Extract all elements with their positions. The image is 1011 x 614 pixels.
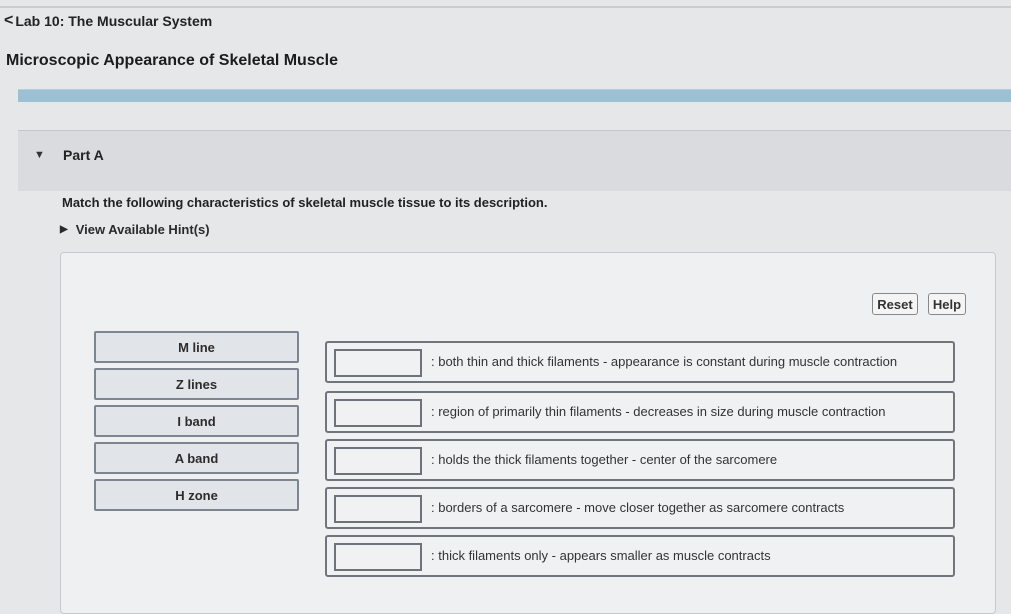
drag-chip-h-zone[interactable]: H zone [94,479,299,511]
drop-target[interactable] [334,495,422,523]
drop-target[interactable] [334,349,422,377]
chevron-left-icon: < [4,12,14,29]
target-description: : both thin and thick filaments - appear… [431,354,898,369]
target-row: : region of primarily thin filaments - d… [325,391,955,433]
view-hints-link[interactable]: ▶ View Available Hint(s) [60,222,210,237]
target-row: : both thin and thick filaments - appear… [325,341,955,383]
part-header[interactable]: ▼ Part A [18,130,1011,191]
target-description: : thick filaments only - appears smaller… [431,548,771,563]
drag-chip-z-lines[interactable]: Z lines [94,368,299,400]
back-link[interactable]: < Lab 10: The Muscular System [4,12,212,30]
back-link-label: Lab 10: The Muscular System [15,13,213,29]
target-description: : region of primarily thin filaments - d… [431,404,886,419]
top-border [0,6,1011,8]
view-hints-label: View Available Hint(s) [75,222,210,237]
drop-target[interactable] [334,447,422,475]
target-row: : holds the thick filaments together - c… [325,439,955,481]
reset-button[interactable]: Reset [872,293,918,315]
drag-chip-i-band[interactable]: I band [94,405,299,437]
target-description: : borders of a sarcomere - move closer t… [431,500,845,515]
target-row: : thick filaments only - appears smaller… [325,535,955,577]
collapse-triangle-icon[interactable]: ▼ [34,149,45,161]
drop-target[interactable] [334,399,422,427]
help-button[interactable]: Help [928,293,966,315]
page-title: Microscopic Appearance of Skeletal Muscl… [6,52,338,69]
expand-triangle-icon: ▶ [60,224,68,235]
progress-bar [18,89,1011,102]
drag-chip-m-line[interactable]: M line [94,331,299,363]
question-text: Match the following characteristics of s… [62,195,548,210]
target-row: : borders of a sarcomere - move closer t… [325,487,955,529]
drop-target[interactable] [334,543,422,571]
part-label: Part A [63,147,104,163]
target-description: : holds the thick filaments together - c… [431,452,778,467]
drag-chip-a-band[interactable]: A band [94,442,299,474]
